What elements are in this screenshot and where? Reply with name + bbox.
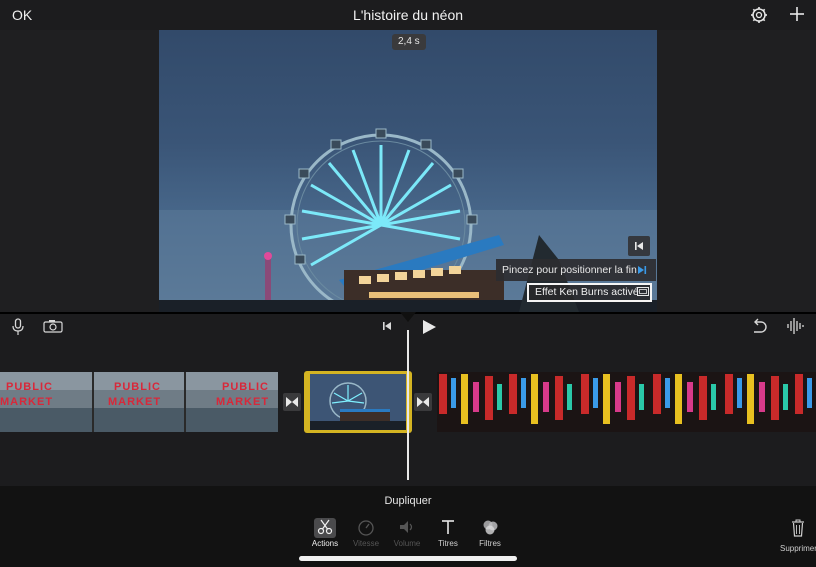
ken-burns-start-button[interactable] xyxy=(628,236,650,256)
play-icon[interactable] xyxy=(421,319,437,335)
speaker-icon xyxy=(400,521,413,533)
svg-text:PUBLIC: PUBLIC xyxy=(114,381,161,393)
svg-text:MARKET: MARKET xyxy=(0,396,53,408)
filters-icon xyxy=(483,520,498,535)
project-title: L'histoire du néon xyxy=(352,7,464,23)
home-indicator[interactable] xyxy=(299,556,517,561)
ken-burns-toggle[interactable]: Effet Ken Burns activé xyxy=(527,283,652,302)
tool-filters-label: Filtres xyxy=(479,539,501,548)
microphone-icon[interactable] xyxy=(11,318,25,336)
ken-burns-tip: Pincez pour positionner la fin xyxy=(496,259,656,281)
gear-icon[interactable] xyxy=(750,6,768,24)
tool-filters[interactable]: Filtres xyxy=(465,518,515,548)
plus-icon[interactable] xyxy=(788,5,806,23)
skip-to-start-icon xyxy=(635,242,643,250)
svg-text:MARKET: MARKET xyxy=(216,396,269,408)
transition-button-1[interactable] xyxy=(283,393,301,411)
svg-text:PUBLIC: PUBLIC xyxy=(222,381,269,393)
ferris-wheel-thumbnail xyxy=(310,374,406,430)
ferris-wheel-clip[interactable] xyxy=(304,371,412,433)
trash-icon xyxy=(792,519,804,537)
public-market-thumbnails: PUBLIC MARKET PUBLIC MARKET PUBLIC MARKE… xyxy=(0,372,278,432)
neon-signs-thumbnails xyxy=(437,372,816,432)
public-market-clip[interactable]: PUBLIC MARKET PUBLIC MARKET PUBLIC MARKE… xyxy=(0,372,278,432)
skip-to-end-icon[interactable] xyxy=(636,264,648,276)
ken-burns-icon xyxy=(637,287,649,296)
delete-label: Supprimer xyxy=(780,544,816,553)
playhead-marker xyxy=(400,312,416,322)
scissors-icon xyxy=(317,519,333,535)
text-icon xyxy=(442,520,454,534)
delete-button[interactable]: Supprimer xyxy=(780,519,816,553)
undo-icon[interactable] xyxy=(750,318,768,334)
neon-signs-clip[interactable] xyxy=(437,372,816,432)
speedometer-icon xyxy=(358,520,374,536)
transition-icon xyxy=(417,397,429,407)
duplicate-action[interactable]: Dupliquer xyxy=(0,495,816,507)
svg-text:MARKET: MARKET xyxy=(108,396,161,408)
skip-to-start-icon[interactable] xyxy=(381,320,393,332)
camera-icon[interactable] xyxy=(43,319,63,333)
clip-thumb-text: PUBLIC xyxy=(6,381,53,393)
transition-button-2[interactable] xyxy=(414,393,432,411)
transition-icon xyxy=(286,397,298,407)
waveform-icon[interactable] xyxy=(786,317,806,335)
clip-duration-badge: 2,4 s xyxy=(392,34,426,50)
playhead[interactable] xyxy=(407,330,409,480)
